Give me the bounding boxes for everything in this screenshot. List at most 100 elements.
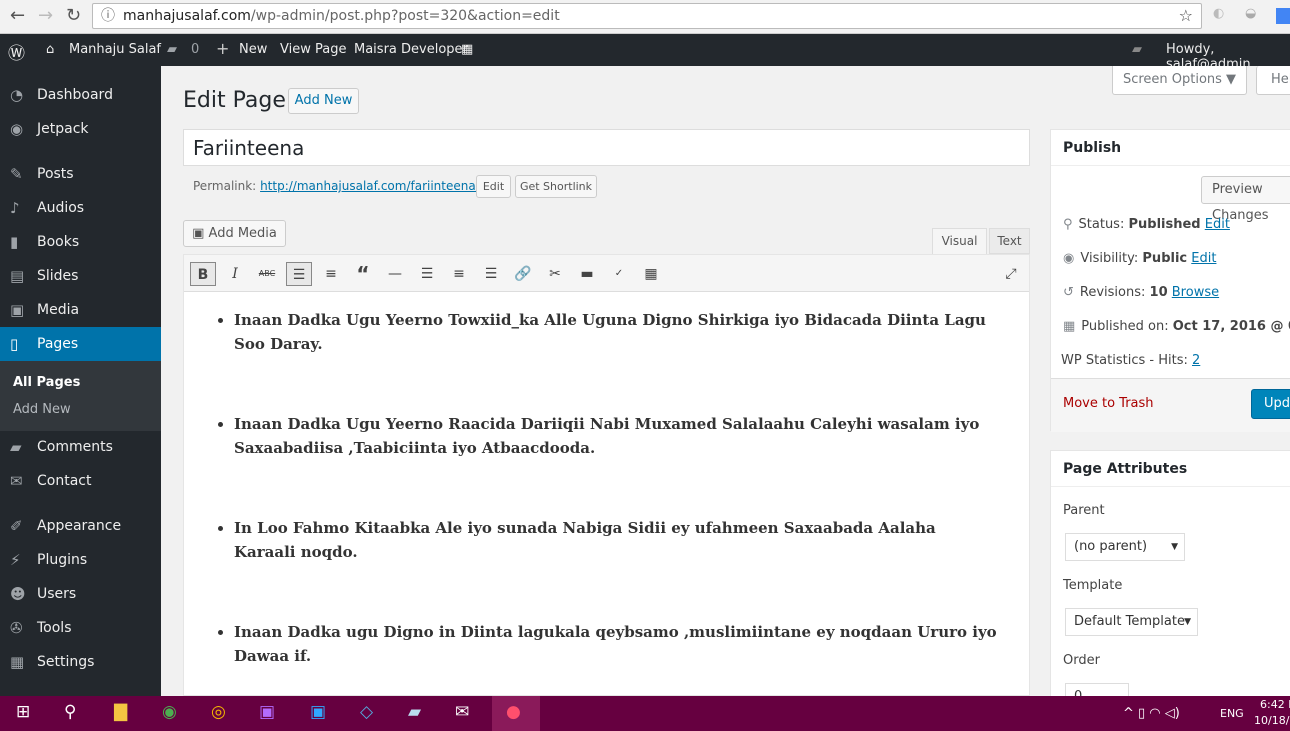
extension-icon[interactable]: ◒ [1245,6,1256,21]
blockquote-icon[interactable]: “ [350,262,376,286]
submenu-add-new[interactable]: Add New [13,402,71,417]
comment-icon[interactable]: ▰ [167,42,177,57]
tab-visual[interactable]: Visual [932,228,987,255]
align-center-icon[interactable]: ≡ [446,262,472,286]
photoshop-icon[interactable]: ▣ [310,702,326,722]
hits-link[interactable]: 2 [1192,353,1200,368]
sidebar-item-contact[interactable]: ✉ Contact [0,464,161,498]
google-extension-icon[interactable] [1276,8,1290,24]
file-explorer-icon[interactable]: ▇ [114,702,127,722]
sidebar-item-appearance[interactable]: ✐ Appearance [0,509,161,543]
move-to-trash-link[interactable]: Move to Trash [1063,396,1154,411]
calendar-icon: ▦ [1063,319,1076,334]
wrench-icon: ✇ [10,619,23,637]
edit-status-link[interactable]: Edit [1205,217,1230,232]
submenu-all-pages[interactable]: All Pages [13,375,80,390]
sidebar-item-dashboard[interactable]: ◔ Dashboard [0,78,161,112]
strikethrough-icon[interactable]: ABC [254,262,280,286]
sidebar-item-posts[interactable]: ✎ Posts [0,157,161,191]
sidebar-item-books[interactable]: ▮ Books [0,225,161,259]
update-button[interactable]: Update [1251,389,1290,419]
italic-icon[interactable]: I [222,262,248,286]
sidebar-item-label: Users [37,586,77,602]
fullscreen-icon[interactable]: ⤢ [998,262,1024,286]
search-icon[interactable]: ⚲ [64,702,76,722]
wordpress-logo-icon[interactable]: Ⓦ [8,39,25,64]
editor-content[interactable]: Inaan Dadka Ugu Yeerno Towxiid_ka Alle U… [184,292,1029,668]
browser-icon[interactable]: ◎ [211,702,226,722]
settings-icon: ▦ [10,653,25,671]
comment-count[interactable]: 0 [191,42,199,57]
forward-icon[interactable]: → [38,5,53,26]
list-item: In Loo Fahmo Kitaabka Ale iyo sunada Nab… [234,516,999,564]
read-more-icon[interactable]: ▬ [574,262,600,286]
template-select[interactable]: Default Template ▼ [1065,608,1198,636]
horizontal-line-icon[interactable]: — [382,262,408,286]
sidebar-item-label: Contact [37,473,92,489]
sidebar-item-settings[interactable]: ▦ Settings [0,645,161,679]
edit-visibility-link[interactable]: Edit [1191,251,1216,266]
sidebar-item-audios[interactable]: ♪ Audios [0,191,161,225]
sidebar-item-media[interactable]: ▣ Media [0,293,161,327]
sidebar-item-pages[interactable]: ▯ Pages [0,327,161,361]
get-shortlink-button[interactable]: Get Shortlink [515,175,597,198]
user-icon: ☻ [10,585,26,603]
phpstorm-icon[interactable]: ▣ [259,702,275,722]
dropdown-arrow-icon: ▼ [1184,617,1191,627]
sidebar-item-users[interactable]: ☻ Users [0,577,161,611]
pages-icon: ▯ [10,335,19,353]
sidebar-item-label: Media [37,302,80,318]
sidebar-item-comments[interactable]: ▰ Comments [0,430,161,464]
parent-select[interactable]: (no parent) ▼ [1065,533,1185,561]
sidebar-item-slides[interactable]: ▤ Slides [0,259,161,293]
extension-icon[interactable]: ◐ [1213,6,1224,21]
numbered-list-icon[interactable]: ≡ [318,262,344,286]
dashboard-icon: ◔ [10,86,24,104]
spellcheck-icon[interactable]: ✓ [606,262,632,286]
screen-options-button[interactable]: Screen Options ▼ [1112,66,1247,95]
unlink-icon[interactable]: ✂ [542,262,568,286]
post-title-input[interactable]: Fariinteena [183,129,1030,166]
new-link[interactable]: New [239,42,267,57]
sidebar-item-plugins[interactable]: ⚡ Plugins [0,543,161,577]
add-new-button[interactable]: Add New [288,88,359,114]
site-name-link[interactable]: Manhaju Salaf [69,42,161,57]
star-icon[interactable]: ☆ [1179,4,1193,28]
address-bar[interactable]: ⓘ manhajusalaf.com/wp-admin/post.php?post… [92,3,1202,29]
browse-revisions-link[interactable]: Browse [1172,285,1219,300]
tray-icons[interactable]: ^ ▯ ◠ ◁) [1123,706,1180,721]
camera-app-button[interactable]: ● [492,696,540,731]
sidebar-item-jetpack[interactable]: ◉ Jetpack [0,112,161,146]
chrome-icon[interactable]: ◉ [162,702,177,722]
mail-icon: ✉ [10,472,23,490]
mail-icon[interactable]: ✉ [455,702,469,722]
list-item: Inaan Dadka Ugu Yeerno Raacida Dariiqii … [234,412,999,460]
app-icon[interactable]: ▰ [408,702,421,722]
preview-changes-button[interactable]: Preview Changes [1201,176,1290,223]
clock-time[interactable]: 6:42 PM [1260,698,1290,711]
align-right-icon[interactable]: ☰ [478,262,504,286]
back-icon[interactable]: ← [10,5,25,26]
table-icon[interactable]: ▦ [461,42,473,57]
permalink-link[interactable]: http://manhajusalaf.com/fariinteena/ [260,179,480,193]
tab-text[interactable]: Text [989,228,1030,254]
bulleted-list-icon[interactable]: ☰ [286,262,312,286]
bold-icon[interactable]: B [190,262,216,286]
notification-icon[interactable]: ▰ [1132,42,1142,57]
align-left-icon[interactable]: ☰ [414,262,440,286]
toolbar-toggle-icon[interactable]: ▦ [638,262,664,286]
reload-icon[interactable]: ↻ [66,5,81,26]
app-icon[interactable]: ◇ [360,702,373,722]
help-button[interactable]: Help [1256,66,1290,95]
sidebar-item-tools[interactable]: ✇ Tools [0,611,161,645]
permalink-edit-button[interactable]: Edit [476,175,511,198]
page-title: Edit Page [183,88,286,113]
developer-link[interactable]: Maisra Developer [354,42,468,57]
language-indicator[interactable]: ENG [1220,707,1244,720]
view-page-link[interactable]: View Page [280,42,346,57]
windows-start-icon[interactable]: ⊞ [16,702,30,722]
add-media-button[interactable]: ▣ Add Media [183,220,286,247]
pin-icon: ⚲ [1063,217,1073,232]
clock-date[interactable]: 10/18/2016 [1254,714,1290,727]
link-icon[interactable]: 🔗 [510,262,536,286]
